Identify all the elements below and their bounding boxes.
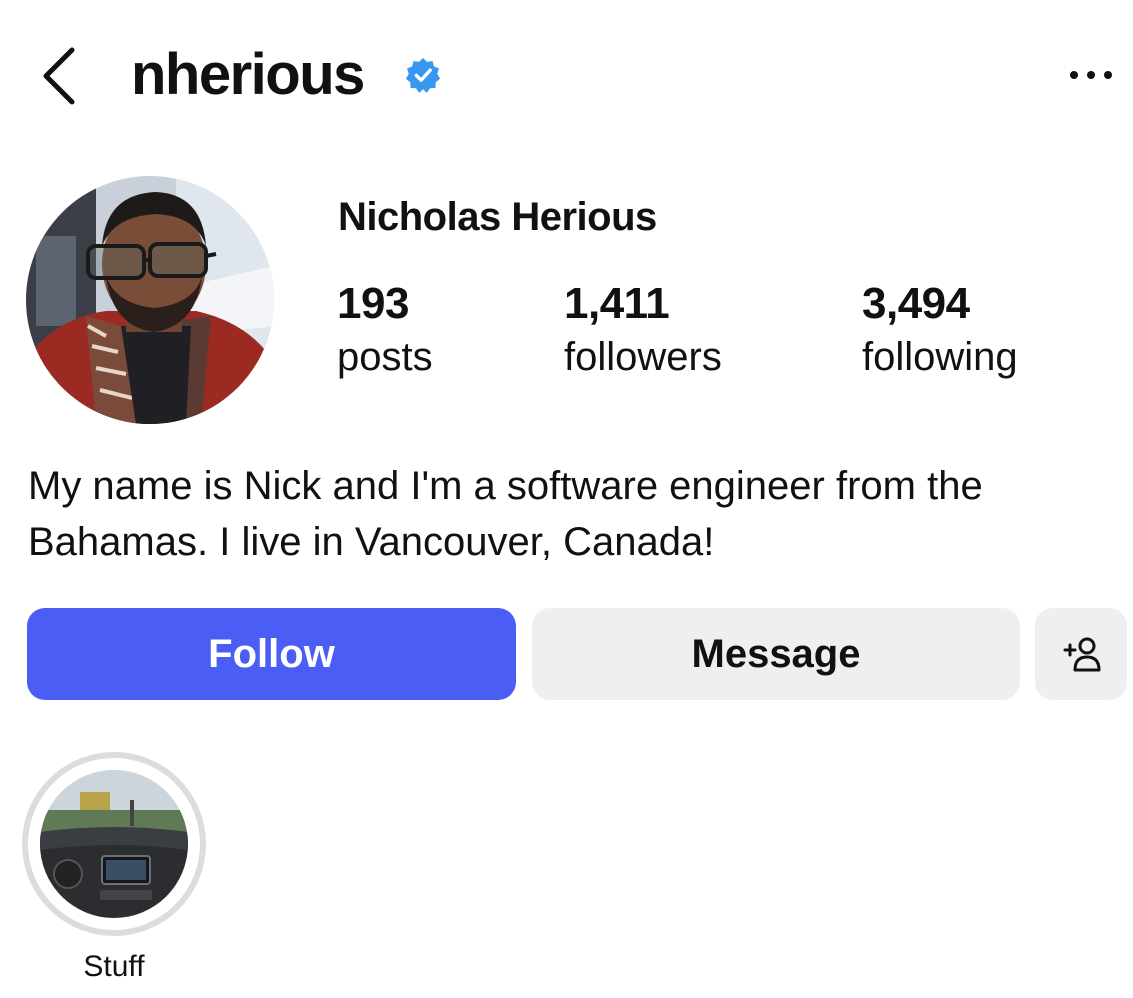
chevron-left-icon [43,47,75,105]
back-button[interactable] [36,44,80,108]
profile-display-name: Nicholas Herious [338,195,657,239]
follow-button[interactable]: Follow [27,608,516,700]
highlight-label: Stuff [83,950,145,983]
verified-badge-icon [405,57,441,93]
more-horizontal-icon [1070,71,1112,79]
stat-followers-count: 1,411 [564,279,670,328]
profile-avatar[interactable] [26,176,274,424]
story-highlight[interactable]: Stuff [22,752,206,986]
more-options-button[interactable] [1064,58,1118,92]
suggested-accounts-button[interactable] [1035,608,1127,700]
avatar-photo [26,176,274,424]
stat-following-count: 3,494 [862,279,970,328]
highlight-cover-image [40,770,188,918]
stat-followers-label: followers [564,335,722,379]
profile-bio: My name is Nick and I'm a software engin… [28,464,983,564]
stat-posts-label: posts [337,335,433,379]
stat-following[interactable]: 3,494 following [862,278,1018,384]
stat-following-label: following [862,335,1018,379]
message-button[interactable]: Message [532,608,1020,700]
stat-followers[interactable]: 1,411 followers [564,278,722,384]
profile-username: nherious [131,42,365,107]
highlight-ring [22,752,206,936]
stat-posts[interactable]: 193 posts [337,278,433,384]
stat-posts-count: 193 [337,279,409,328]
add-person-icon [1063,637,1101,672]
